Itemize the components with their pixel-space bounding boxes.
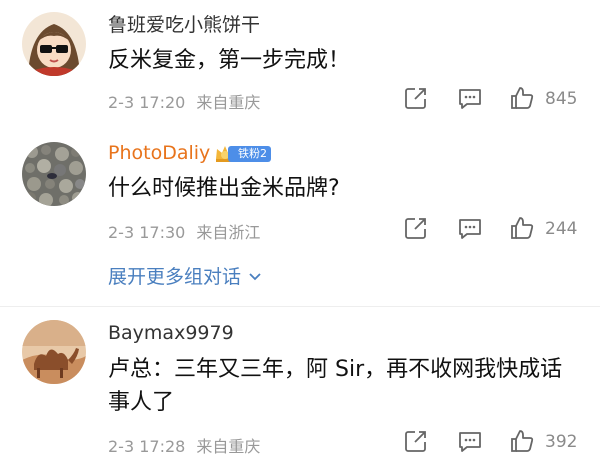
cartoon-girl-avatar-icon [22,12,86,76]
like-count: 845 [545,89,578,109]
chevron-down-icon [249,272,261,280]
section-divider [0,306,600,307]
camel-desert-avatar-icon [22,320,86,384]
comment-text: 反米复金，第一步完成！ [108,48,351,73]
pebbles-avatar-icon [22,142,86,206]
comment-text: 什么时候推出金米品牌? [108,176,340,201]
share-icon[interactable] [403,215,429,241]
share-icon[interactable] [403,85,429,111]
like-icon[interactable] [509,85,535,111]
username[interactable]: PhotoDaliy [108,142,210,164]
comment-actions: 392 [0,428,600,458]
comment-text: 卢总：三年又三年，阿 Sir，再不收网我快成话事人了 [108,357,563,415]
expand-replies-label: 展开更多组对话 [108,266,242,288]
username[interactable]: Baymax9979 [108,322,234,344]
avatar[interactable] [22,320,86,384]
badge-label: 铁粉2 [228,146,271,162]
fan-badge: 铁粉2 [214,142,271,166]
comment-icon[interactable] [457,428,483,454]
like-count: 244 [545,219,578,239]
avatar[interactable] [22,12,86,76]
like-icon[interactable] [509,428,535,454]
username[interactable]: 鲁班爱吃小熊饼干 [108,10,260,37]
like-count: 392 [545,432,578,452]
share-icon[interactable] [403,428,429,454]
like-icon[interactable] [509,215,535,241]
comment-actions: 845 [0,85,600,115]
comment-icon[interactable] [457,85,483,111]
expand-replies-link[interactable]: 展开更多组对话 [108,262,263,289]
comment-actions: 244 [0,215,600,245]
avatar[interactable] [22,142,86,206]
comment-icon[interactable] [457,215,483,241]
